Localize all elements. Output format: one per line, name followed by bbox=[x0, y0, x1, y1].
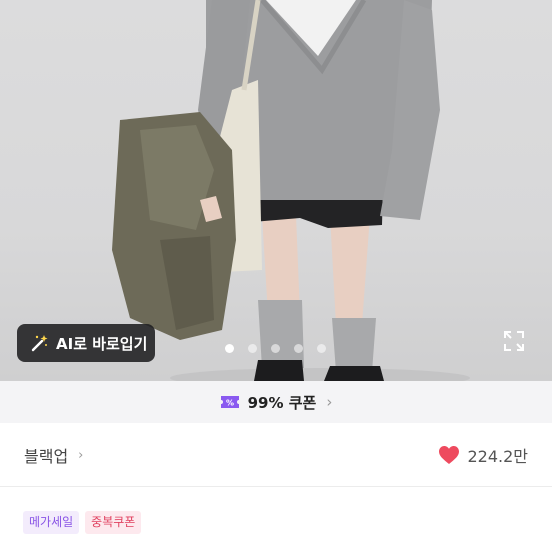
coupon-text: 99% 쿠폰 bbox=[247, 393, 317, 412]
chevron-right-icon: › bbox=[326, 393, 333, 411]
carousel-dot[interactable] bbox=[294, 344, 303, 353]
carousel-dot[interactable] bbox=[248, 344, 257, 353]
ai-try-on-label: AI로 바로입기 bbox=[56, 334, 148, 353]
section-divider bbox=[0, 486, 552, 487]
mega-sale-badge: 메가세일 bbox=[23, 511, 80, 534]
shop-link[interactable]: 블랙업 › bbox=[24, 443, 83, 467]
carousel-indicator bbox=[225, 344, 326, 353]
coupon-banner[interactable]: % 99% 쿠폰 › bbox=[0, 381, 552, 423]
badge-list: 메가세일 중복쿠폰 bbox=[23, 511, 142, 534]
ai-try-on-button[interactable]: AI로 바로입기 bbox=[17, 324, 155, 362]
duplicate-coupon-badge: 중복쿠폰 bbox=[85, 511, 142, 534]
expand-icon[interactable] bbox=[502, 329, 526, 353]
carousel-dot[interactable] bbox=[225, 344, 234, 353]
product-image-carousel[interactable]: AI로 바로입기 bbox=[0, 0, 552, 381]
magic-wand-icon bbox=[31, 335, 48, 352]
heart-icon bbox=[439, 446, 460, 464]
carousel-dot[interactable] bbox=[271, 344, 280, 353]
like-button[interactable]: 224.2만 bbox=[438, 443, 528, 467]
like-count: 224.2만 bbox=[467, 447, 528, 466]
chevron-right-icon: › bbox=[78, 447, 84, 463]
shop-row: 블랙업 › 224.2만 bbox=[0, 424, 552, 486]
shop-name: 블랙업 bbox=[24, 447, 69, 466]
coupon-ticket-icon: % bbox=[220, 396, 239, 408]
carousel-dot[interactable] bbox=[317, 344, 326, 353]
svg-text:%: % bbox=[226, 399, 234, 408]
